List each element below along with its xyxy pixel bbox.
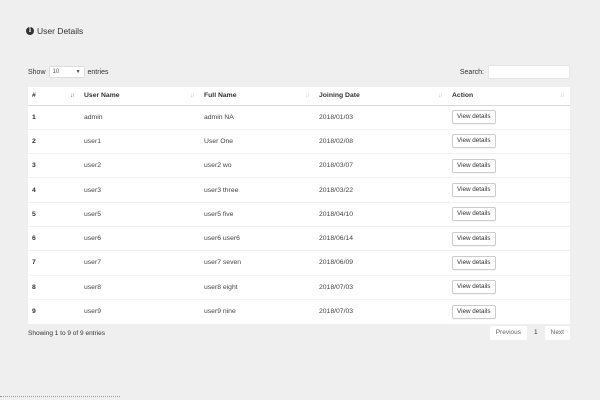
table-row: 9 user9 user9 nine 2018/07/03 View details (28, 298, 570, 324)
row-number: 3 (28, 153, 80, 178)
row-fullname: user6 user6 (200, 225, 315, 251)
row-joining-date: 2018/06/09 (315, 250, 448, 276)
row-action: View details (448, 225, 570, 251)
row-username: user2 (80, 153, 200, 178)
view-details-button[interactable]: View details (452, 207, 496, 222)
row-action: View details (448, 298, 570, 324)
view-details-button[interactable]: View details (452, 158, 496, 173)
pagination: Previous 1 Next (489, 326, 570, 340)
row-fullname: user8 eight (200, 274, 315, 300)
table-row: 5 user5 user5 five 2018/04/10 View details (28, 201, 570, 227)
row-number: 4 (28, 177, 80, 203)
row-username: user8 (80, 274, 200, 300)
view-details-button[interactable]: View details (452, 280, 496, 295)
table-controls: Show 10 ▼ entries Search: (28, 65, 570, 79)
row-number: 7 (28, 250, 80, 276)
row-username: user5 (80, 201, 200, 227)
row-number: 5 (28, 201, 80, 227)
table-footer: Showing 1 to 9 of 9 entries Previous 1 N… (28, 326, 570, 340)
view-details-button[interactable]: View details (452, 304, 496, 319)
row-username: user9 (80, 298, 200, 324)
row-joining-date: 2018/07/03 (315, 298, 448, 324)
page-button-current[interactable]: 1 (529, 326, 543, 340)
row-number: 9 (28, 298, 80, 324)
row-action: View details (448, 105, 570, 130)
row-fullname: user3 three (200, 177, 315, 203)
row-joining-date: 2018/03/22 (315, 177, 448, 203)
table-row: 8 user8 user8 eight 2018/07/03 View details (28, 274, 570, 300)
chevron-down-icon: ▼ (75, 69, 81, 75)
view-details-button[interactable]: View details (452, 134, 496, 149)
previous-button[interactable]: Previous (489, 326, 527, 340)
page-length-value: 10 (52, 69, 60, 75)
page-header: i User Details (26, 26, 83, 36)
user-table-container: # ↓↑ User Name ↓↑ Full Name ↓↑ Joining D… (28, 87, 570, 324)
user-table: # ↓↑ User Name ↓↑ Full Name ↓↑ Joining D… (28, 87, 570, 324)
row-username: user1 (80, 128, 200, 154)
row-fullname: User One (200, 128, 315, 154)
search-input[interactable] (488, 65, 570, 79)
row-number: 8 (28, 274, 80, 300)
divider (0, 396, 120, 400)
table-row: 7 user7 user7 seven 2018/06/09 View details (28, 250, 570, 276)
row-joining-date: 2018/07/03 (315, 274, 448, 300)
view-details-button[interactable]: View details (452, 110, 496, 125)
row-username: admin (80, 105, 200, 130)
table-row: 4 user3 user3 three 2018/03/22 View details (28, 177, 570, 203)
table-row: 6 user6 user6 user6 2018/06/14 View details (28, 225, 570, 251)
row-username: user6 (80, 225, 200, 251)
column-header-joining-date[interactable]: Joining Date ↓↑ (315, 87, 448, 106)
row-number: 1 (28, 105, 80, 130)
row-fullname: admin NA (200, 105, 315, 130)
row-username: user3 (80, 177, 200, 203)
table-body: 1 admin admin NA 2018/01/03 View details 2 use… (28, 105, 570, 324)
page-length-select[interactable]: 10 ▼ (48, 66, 85, 78)
page-title: User Details (37, 26, 84, 36)
entries-label: entries (87, 68, 109, 76)
sort-icon: ↓↑ (560, 92, 565, 99)
column-header-action[interactable]: Action ↓↑ (448, 87, 570, 106)
row-number: 6 (28, 225, 80, 251)
column-header-num[interactable]: # ↓↑ (28, 87, 80, 106)
view-details-button[interactable]: View details (452, 231, 496, 246)
sort-icon: ↓↑ (190, 92, 195, 99)
table-header-row: # ↓↑ User Name ↓↑ Full Name ↓↑ Joining D… (28, 87, 570, 106)
row-action: View details (448, 128, 570, 154)
row-joining-date: 2018/01/03 (315, 105, 448, 130)
search-label: Search: (459, 68, 484, 76)
view-details-button[interactable]: View details (452, 183, 496, 198)
row-action: View details (448, 201, 570, 227)
row-action: View details (448, 153, 570, 178)
row-action: View details (448, 177, 570, 203)
table-row: 2 user1 User One 2018/02/08 View details (28, 128, 570, 154)
sort-icon: ↓↑ (305, 92, 310, 99)
column-header-fullname[interactable]: Full Name ↓↑ (200, 87, 315, 106)
page-length-control: Show 10 ▼ entries (28, 66, 109, 78)
table-row: 1 admin admin NA 2018/01/03 View details (28, 105, 570, 130)
row-joining-date: 2018/02/08 (315, 128, 448, 154)
row-fullname: user7 seven (200, 250, 315, 276)
row-fullname: user9 nine (200, 298, 315, 324)
row-joining-date: 2018/03/07 (315, 153, 448, 178)
search-control: Search: (460, 65, 570, 79)
row-number: 2 (28, 128, 80, 154)
next-button[interactable]: Next (544, 326, 570, 340)
sort-asc-icon: ↓↑ (70, 92, 75, 99)
row-joining-date: 2018/06/14 (315, 225, 448, 251)
row-username: user7 (80, 250, 200, 276)
row-action: View details (448, 250, 570, 276)
show-label: Show (28, 68, 46, 76)
table-info: Showing 1 to 9 of 9 entries (28, 329, 105, 337)
row-fullname: user5 five (200, 201, 315, 227)
row-action: View details (448, 274, 570, 300)
sort-icon: ↓↑ (438, 92, 443, 99)
row-joining-date: 2018/04/10 (315, 201, 448, 227)
table-row: 3 user2 user2 wo 2018/03/07 View details (28, 153, 570, 178)
view-details-button[interactable]: View details (452, 255, 496, 270)
row-fullname: user2 wo (200, 153, 315, 178)
column-header-username[interactable]: User Name ↓↑ (80, 87, 200, 106)
info-icon: i (26, 27, 34, 35)
